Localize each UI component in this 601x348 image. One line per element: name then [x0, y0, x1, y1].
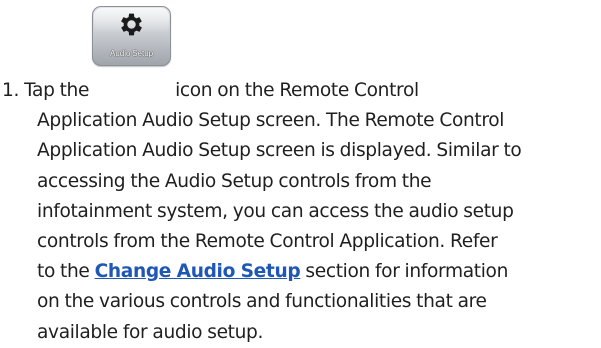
- step-line-5: infotainment system, you can access the …: [37, 200, 514, 222]
- audio-setup-app-icon: Audio Setup: [92, 6, 172, 100]
- step-line-4: accessing the Audio Setup controls from …: [37, 170, 432, 192]
- step-line-7: to the Change Audio Setup section for in…: [0, 257, 598, 287]
- step-line-3: Application Audio Setup screen is displa…: [37, 140, 522, 162]
- step-line-8: on the various controls and functionalit…: [37, 291, 487, 313]
- step-line-2: Application Audio Setup screen. The Remo…: [37, 110, 505, 132]
- step-text-before-icon: Tap the: [24, 80, 90, 101]
- step-line-1-rest: icon on the Remote Control: [175, 80, 419, 101]
- app-icon-caption: Audio Setup: [110, 49, 154, 58]
- step-line-1: 1. Tap the Audio Setup icon on the Remote …: [0, 6, 598, 106]
- step-line-7-start: to the: [37, 261, 90, 283]
- step-line-7-end: section for information: [300, 261, 509, 283]
- gear-icon: [121, 13, 142, 36]
- change-audio-setup-link[interactable]: Change Audio Setup: [95, 261, 301, 282]
- step-line-6: controls from the Remote Control Applica…: [37, 231, 498, 253]
- step-line-9: available for audio setup.: [37, 321, 264, 343]
- step-number: 1.: [2, 80, 20, 101]
- step-paragraph: 1. Tap the Audio Setup icon on the Remote …: [0, 6, 598, 348]
